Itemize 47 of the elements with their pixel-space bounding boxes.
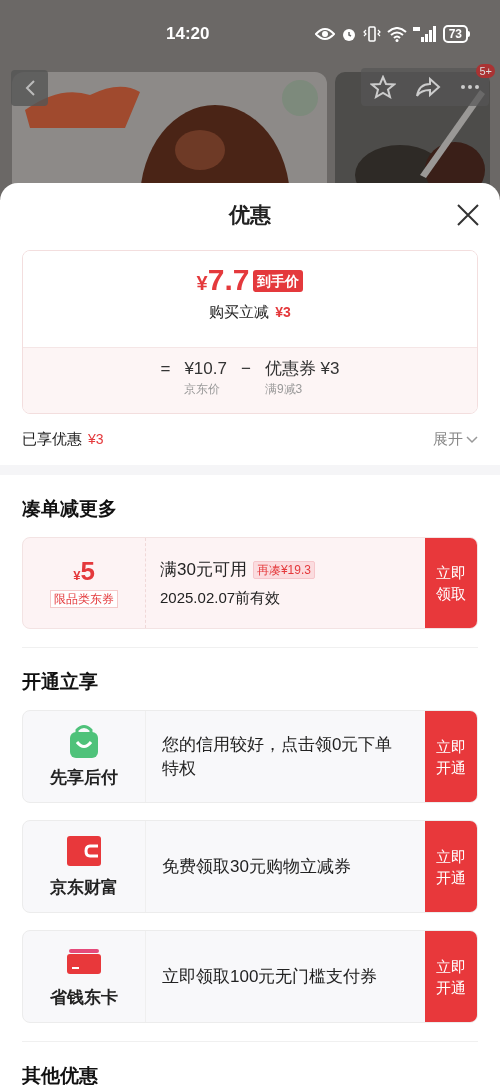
coupon-gap-tag: 再凑¥19.3 [252, 560, 315, 579]
enjoyed-amount: ¥3 [88, 430, 104, 449]
alarm-icon [340, 26, 357, 42]
close-button[interactable] [456, 203, 480, 227]
section-title: 开通立享 [22, 669, 99, 694]
sheet-title: 优惠 [229, 202, 271, 229]
service-description: 免费领取30元购物立减券 [162, 855, 351, 878]
chevron-down-icon [466, 435, 478, 444]
back-icon [23, 79, 36, 97]
activate-button[interactable]: 立即开通 [425, 711, 477, 802]
base-price: ¥10.7 [184, 358, 227, 380]
battery-icon: 73 [442, 25, 470, 43]
service-name: 先享后付 [50, 766, 118, 789]
coupon-validity: 2025.02.07前有效 [160, 587, 282, 608]
more-icon[interactable] [459, 84, 480, 90]
wifi-icon [386, 26, 407, 42]
service-description: 立即领取100元无门槛支付券 [162, 965, 378, 988]
coupon-condition: 满9减3 [264, 381, 304, 398]
share-icon[interactable] [415, 76, 441, 98]
coupon-scope: 限品类东券 [50, 590, 118, 608]
coupon-value: 优惠券 ¥3 [264, 358, 340, 380]
signal-icon [412, 26, 437, 42]
equals-sign: = [160, 358, 171, 380]
activate-button[interactable]: 立即开通 [425, 821, 477, 912]
status-time: 14:20 [166, 23, 210, 46]
close-icon [456, 203, 480, 227]
discount-amount: ¥3 [275, 302, 291, 322]
claim-button[interactable]: 立即领取 [425, 538, 477, 628]
vibrate-icon [362, 26, 381, 42]
expand-button[interactable]: 展开 [433, 428, 478, 451]
back-button[interactable] [11, 70, 48, 106]
coupon-amount: ¥5 [73, 558, 95, 584]
discount-label: 购买立减 [209, 302, 270, 322]
section-title: 凑单减更多 [22, 496, 118, 521]
service-description: 您的信用较好，点击领0元下单特权 [162, 733, 394, 780]
coupon-condition: 满30元可用 [160, 559, 247, 581]
service-name: 京东财富 [50, 876, 118, 899]
enjoyed-label: 已享优惠 [22, 429, 82, 450]
price-value: ¥7.7 [196, 265, 250, 295]
eye-icon [314, 27, 335, 41]
service-name: 省钱东卡 [50, 986, 118, 1009]
minus-sign: − [240, 358, 251, 380]
star-icon[interactable] [370, 75, 397, 99]
activate-button[interactable]: 立即开通 [425, 931, 477, 1022]
price-tag: 到手价 [253, 270, 304, 292]
section-title: 其他优惠 [22, 1063, 99, 1085]
base-price-label: 京东价 [184, 381, 222, 398]
